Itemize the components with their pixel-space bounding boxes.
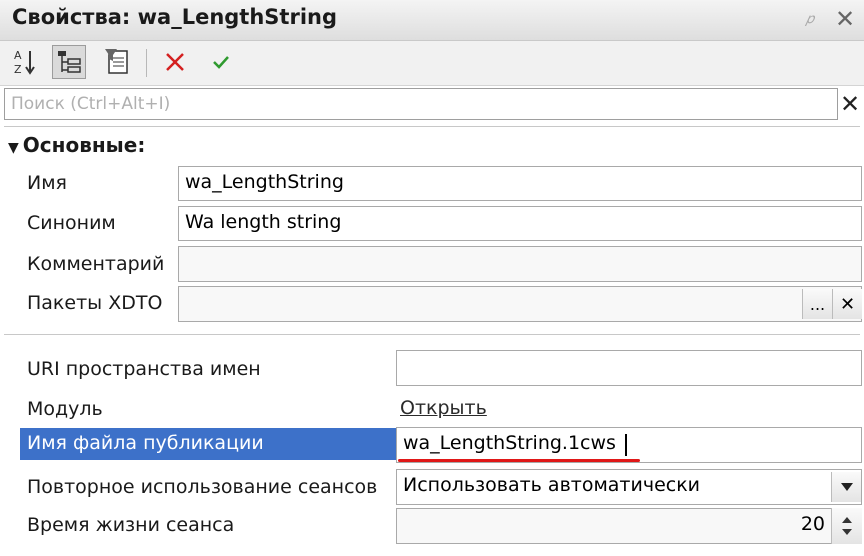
comment-label: Комментарий (27, 253, 165, 275)
xdto-field[interactable] (178, 286, 862, 322)
uri-label: URI пространства имен (27, 358, 261, 380)
section-title: Основные: (22, 133, 146, 157)
pubfile-field[interactable]: wa_LengthString.1cws (396, 427, 862, 463)
apply-check-icon (213, 56, 229, 69)
close-icon[interactable]: ✕ (835, 5, 855, 33)
lifetime-field[interactable]: 20 (396, 508, 832, 544)
module-open-link[interactable]: Открыть (400, 397, 487, 419)
title-bar: Свойства: wa_LengthString 𝑝 ✕ (0, 0, 864, 41)
spin-up-icon[interactable] (841, 516, 853, 524)
categories-tree-icon (58, 51, 81, 73)
synonym-field[interactable]: Wa length string (178, 206, 862, 241)
reuse-label: Повторное использование сеансов (27, 476, 378, 498)
chevron-down-icon (840, 483, 853, 491)
svg-text:A: A (14, 49, 22, 62)
search-clear-icon[interactable]: ✕ (840, 92, 860, 116)
delete-button[interactable] (158, 45, 192, 79)
window-title: Свойства: wa_LengthString (12, 5, 337, 29)
apply-button[interactable] (204, 45, 238, 79)
name-field[interactable]: wa_LengthString (178, 166, 862, 201)
name-label: Имя (27, 172, 67, 194)
dropdown-button[interactable] (831, 472, 861, 502)
lifetime-spinner[interactable] (831, 508, 862, 544)
synonym-label: Синоним (27, 212, 116, 234)
svg-text:Z: Z (14, 63, 22, 76)
lifetime-label: Время жизни сеанса (27, 514, 235, 536)
filter-button[interactable] (100, 45, 134, 79)
collapse-triangle-icon[interactable]: ▼ (8, 140, 19, 156)
module-label: Модуль (27, 398, 103, 420)
spin-down-icon[interactable] (841, 528, 853, 536)
xdto-choose-button[interactable]: ... (802, 289, 832, 319)
xdto-label: Пакеты XDTO (27, 292, 163, 314)
comment-field[interactable] (178, 246, 862, 282)
sort-az-button[interactable]: A Z (8, 45, 42, 79)
search-box (4, 88, 838, 120)
divider (4, 126, 860, 127)
toolbar: A Z (0, 41, 864, 86)
filter-list-icon (105, 49, 128, 74)
section-main[interactable]: ▼ Основные: (8, 133, 145, 157)
toolbar-separator (146, 49, 147, 77)
uri-field[interactable] (396, 350, 862, 386)
highlight-underline (398, 459, 640, 462)
pubfile-label: Имя файла публикации (20, 428, 396, 460)
categories-button[interactable] (52, 45, 86, 79)
reuse-select[interactable]: Использовать автоматически (396, 469, 862, 505)
text-caret (625, 434, 627, 456)
xdto-clear-icon[interactable]: ✕ (832, 289, 862, 319)
delete-x-icon (166, 53, 184, 71)
pin-icon[interactable]: 𝑝 (806, 11, 814, 27)
divider (4, 334, 860, 335)
search-input[interactable] (5, 89, 837, 119)
sort-az-icon: A Z (14, 49, 35, 76)
